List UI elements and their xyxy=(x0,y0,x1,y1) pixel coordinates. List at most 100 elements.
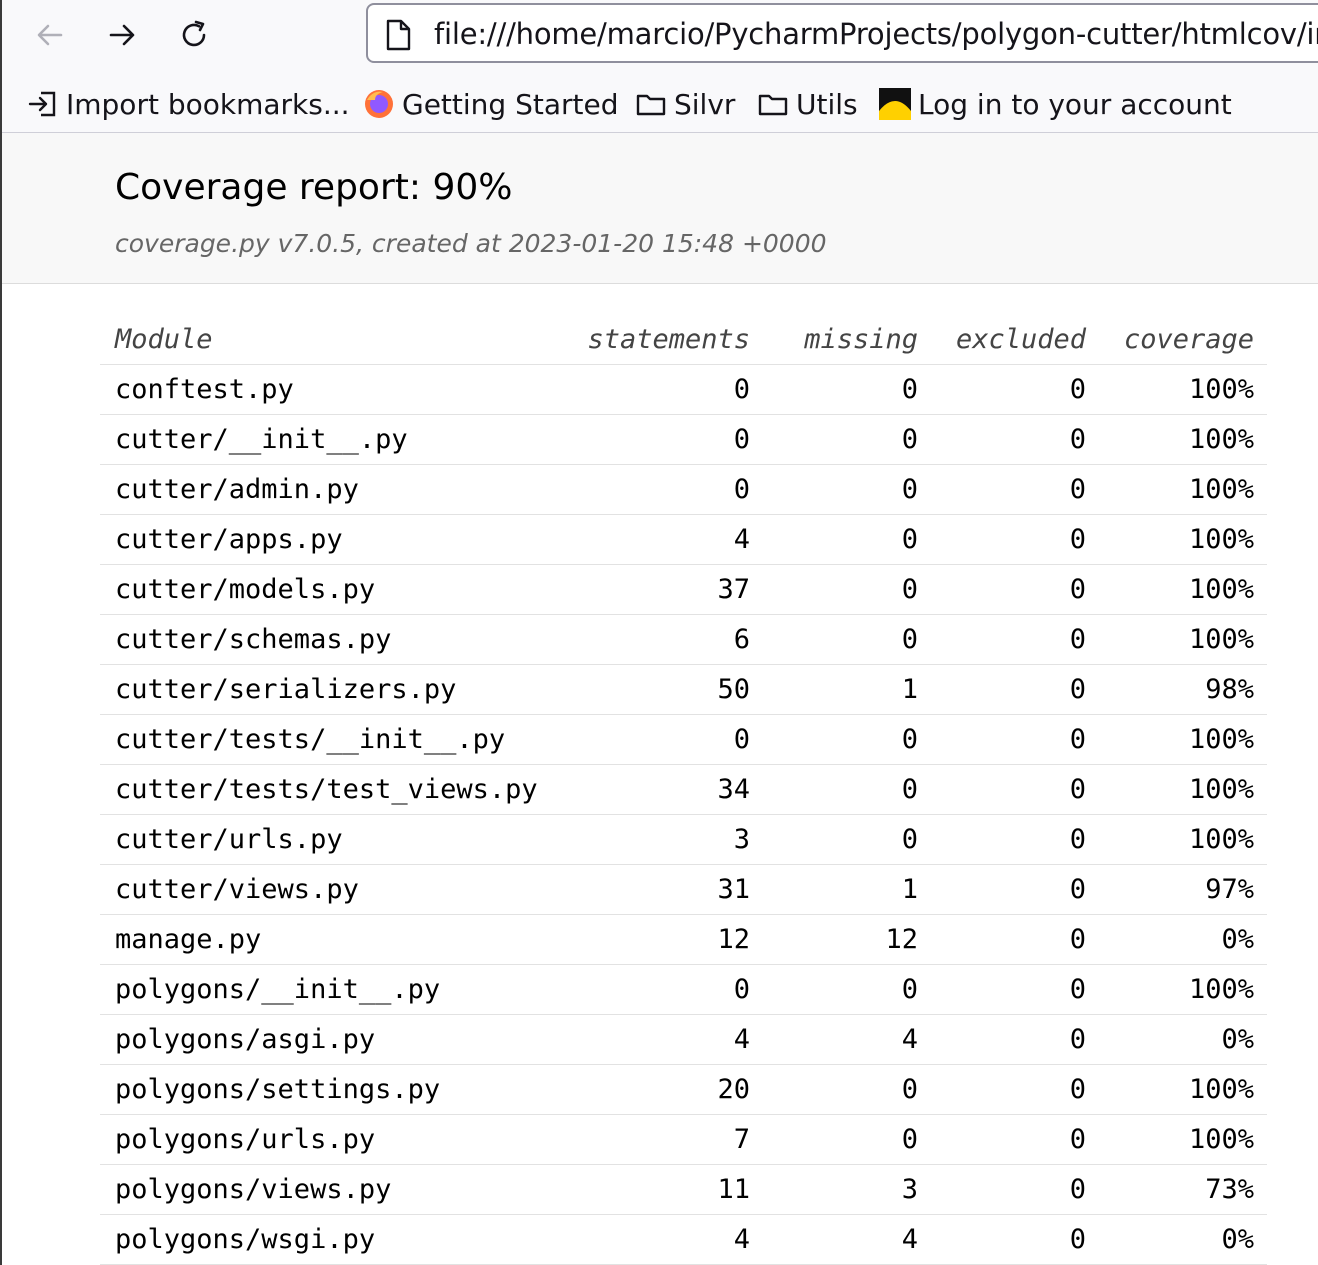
coverage-cell: 100% xyxy=(1188,374,1254,405)
missing-cell: 0 xyxy=(901,374,918,405)
module-link[interactable]: cutter/views.py xyxy=(100,874,565,905)
bookmark-label: Silvr xyxy=(674,87,736,121)
bookmark-label: Getting Started xyxy=(402,87,619,121)
table-row: cutter/admin.py 0 0 0 100% xyxy=(100,465,1267,515)
table-row: polygons/settings.py 20 0 0 100% xyxy=(100,1065,1267,1115)
table-row: cutter/tests/test_views.py 34 0 0 100% xyxy=(100,765,1267,815)
bookmark-folder-utils[interactable]: Utils xyxy=(756,82,858,126)
module-link[interactable]: cutter/schemas.py xyxy=(100,624,565,655)
statements-cell: 31 xyxy=(717,874,750,905)
table-row: cutter/urls.py 3 0 0 100% xyxy=(100,815,1267,865)
module-link[interactable]: cutter/urls.py xyxy=(100,824,565,855)
module-link[interactable]: cutter/apps.py xyxy=(100,524,565,555)
statements-cell: 0 xyxy=(733,974,750,1005)
statements-cell: 7 xyxy=(733,1124,750,1155)
excluded-cell: 0 xyxy=(1069,574,1086,605)
excluded-cell: 0 xyxy=(1069,1124,1086,1155)
module-link[interactable]: cutter/admin.py xyxy=(100,474,565,505)
statements-cell: 37 xyxy=(717,574,750,605)
excluded-cell: 0 xyxy=(1069,874,1086,905)
module-link[interactable]: polygons/urls.py xyxy=(100,1124,565,1155)
table-row: cutter/views.py 31 1 0 97% xyxy=(100,865,1267,915)
column-header-module[interactable]: Module xyxy=(100,324,565,355)
missing-cell: 0 xyxy=(901,624,918,655)
table-row: cutter/models.py 37 0 0 100% xyxy=(100,565,1267,615)
excluded-cell: 0 xyxy=(1069,1074,1086,1105)
page-icon xyxy=(386,19,411,51)
arrow-right-icon xyxy=(109,24,135,46)
statements-cell: 0 xyxy=(733,724,750,755)
bookmark-folder-silvr[interactable]: Silvr xyxy=(634,82,735,126)
bookmark-import[interactable]: Import bookmarks... xyxy=(26,82,350,126)
bookmark-getting-started[interactable]: Getting Started xyxy=(362,82,618,126)
coverage-cell: 73% xyxy=(1205,1174,1254,1205)
missing-cell: 0 xyxy=(901,1074,918,1105)
table-row: polygons/views.py 11 3 0 73% xyxy=(100,1165,1267,1215)
page-title: Coverage report: 90% xyxy=(115,167,513,208)
table-row: cutter/tests/__init__.py 0 0 0 100% xyxy=(100,715,1267,765)
statements-cell: 0 xyxy=(733,474,750,505)
table-row: cutter/apps.py 4 0 0 100% xyxy=(100,515,1267,565)
table-row: polygons/wsgi.py 4 4 0 0% xyxy=(100,1215,1267,1265)
coverage-cell: 100% xyxy=(1188,824,1254,855)
coverage-cell: 100% xyxy=(1188,524,1254,555)
module-link[interactable]: polygons/settings.py xyxy=(100,1074,565,1105)
back-button[interactable] xyxy=(27,12,73,58)
bookmark-label: Import bookmarks... xyxy=(66,87,350,121)
module-link[interactable]: cutter/models.py xyxy=(100,574,565,605)
statements-cell: 50 xyxy=(717,674,750,705)
excluded-cell: 0 xyxy=(1069,774,1086,805)
coverage-cell: 100% xyxy=(1188,724,1254,755)
excluded-cell: 0 xyxy=(1069,1174,1086,1205)
module-link[interactable]: cutter/serializers.py xyxy=(100,674,565,705)
firefox-icon xyxy=(362,87,396,121)
address-bar[interactable]: file:///home/marcio/PycharmProjects/poly… xyxy=(366,3,1318,63)
bookmark-label: Log in to your account xyxy=(918,87,1232,121)
reload-button[interactable] xyxy=(171,12,217,58)
table-row: polygons/asgi.py 4 4 0 0% xyxy=(100,1015,1267,1065)
missing-cell: 0 xyxy=(901,724,918,755)
module-link[interactable]: conftest.py xyxy=(100,374,565,405)
bookmarks-bar: Import bookmarks... Getting Started Silv… xyxy=(0,82,1318,126)
statements-cell: 34 xyxy=(717,774,750,805)
column-header-missing[interactable]: missing xyxy=(750,324,918,355)
coverage-cell: 98% xyxy=(1205,674,1254,705)
table-body: conftest.py 0 0 0 100% cutter/__init__.py 0 0 0 1… xyxy=(100,365,1267,1265)
folder-icon xyxy=(756,87,790,121)
missing-cell: 0 xyxy=(901,474,918,505)
module-link[interactable]: cutter/tests/__init__.py xyxy=(100,724,565,755)
excluded-cell: 0 xyxy=(1069,974,1086,1005)
excluded-cell: 0 xyxy=(1069,1224,1086,1255)
statements-cell: 0 xyxy=(733,374,750,405)
window-edge xyxy=(0,0,2,1265)
coverage-table: Module statements missing excluded cover… xyxy=(100,315,1267,1265)
column-header-excluded[interactable]: excluded xyxy=(918,324,1086,355)
forward-button[interactable] xyxy=(99,12,145,58)
column-header-coverage[interactable]: coverage xyxy=(1086,324,1254,355)
excluded-cell: 0 xyxy=(1069,524,1086,555)
missing-cell: 0 xyxy=(901,1124,918,1155)
statements-cell: 3 xyxy=(733,824,750,855)
module-link[interactable]: cutter/__init__.py xyxy=(100,424,565,455)
coverage-cell: 100% xyxy=(1188,624,1254,655)
module-link[interactable]: polygons/views.py xyxy=(100,1174,565,1205)
coverage-cell: 100% xyxy=(1188,574,1254,605)
statements-cell: 11 xyxy=(717,1174,750,1205)
module-link[interactable]: polygons/asgi.py xyxy=(100,1024,565,1055)
module-link[interactable]: cutter/tests/test_views.py xyxy=(100,774,565,805)
module-link[interactable]: polygons/wsgi.py xyxy=(100,1224,565,1255)
coverage-cell: 100% xyxy=(1188,474,1254,505)
missing-cell: 0 xyxy=(901,424,918,455)
module-link[interactable]: polygons/__init__.py xyxy=(100,974,565,1005)
coverage-cell: 100% xyxy=(1188,774,1254,805)
coverage-cell: 100% xyxy=(1188,424,1254,455)
site-favicon xyxy=(878,87,912,121)
excluded-cell: 0 xyxy=(1069,474,1086,505)
statements-cell: 4 xyxy=(733,1224,750,1255)
bookmark-log-in[interactable]: Log in to your account xyxy=(878,82,1232,126)
column-header-statements[interactable]: statements xyxy=(565,324,750,355)
module-link[interactable]: manage.py xyxy=(100,924,565,955)
missing-cell: 0 xyxy=(901,774,918,805)
missing-cell: 1 xyxy=(901,874,918,905)
excluded-cell: 0 xyxy=(1069,724,1086,755)
